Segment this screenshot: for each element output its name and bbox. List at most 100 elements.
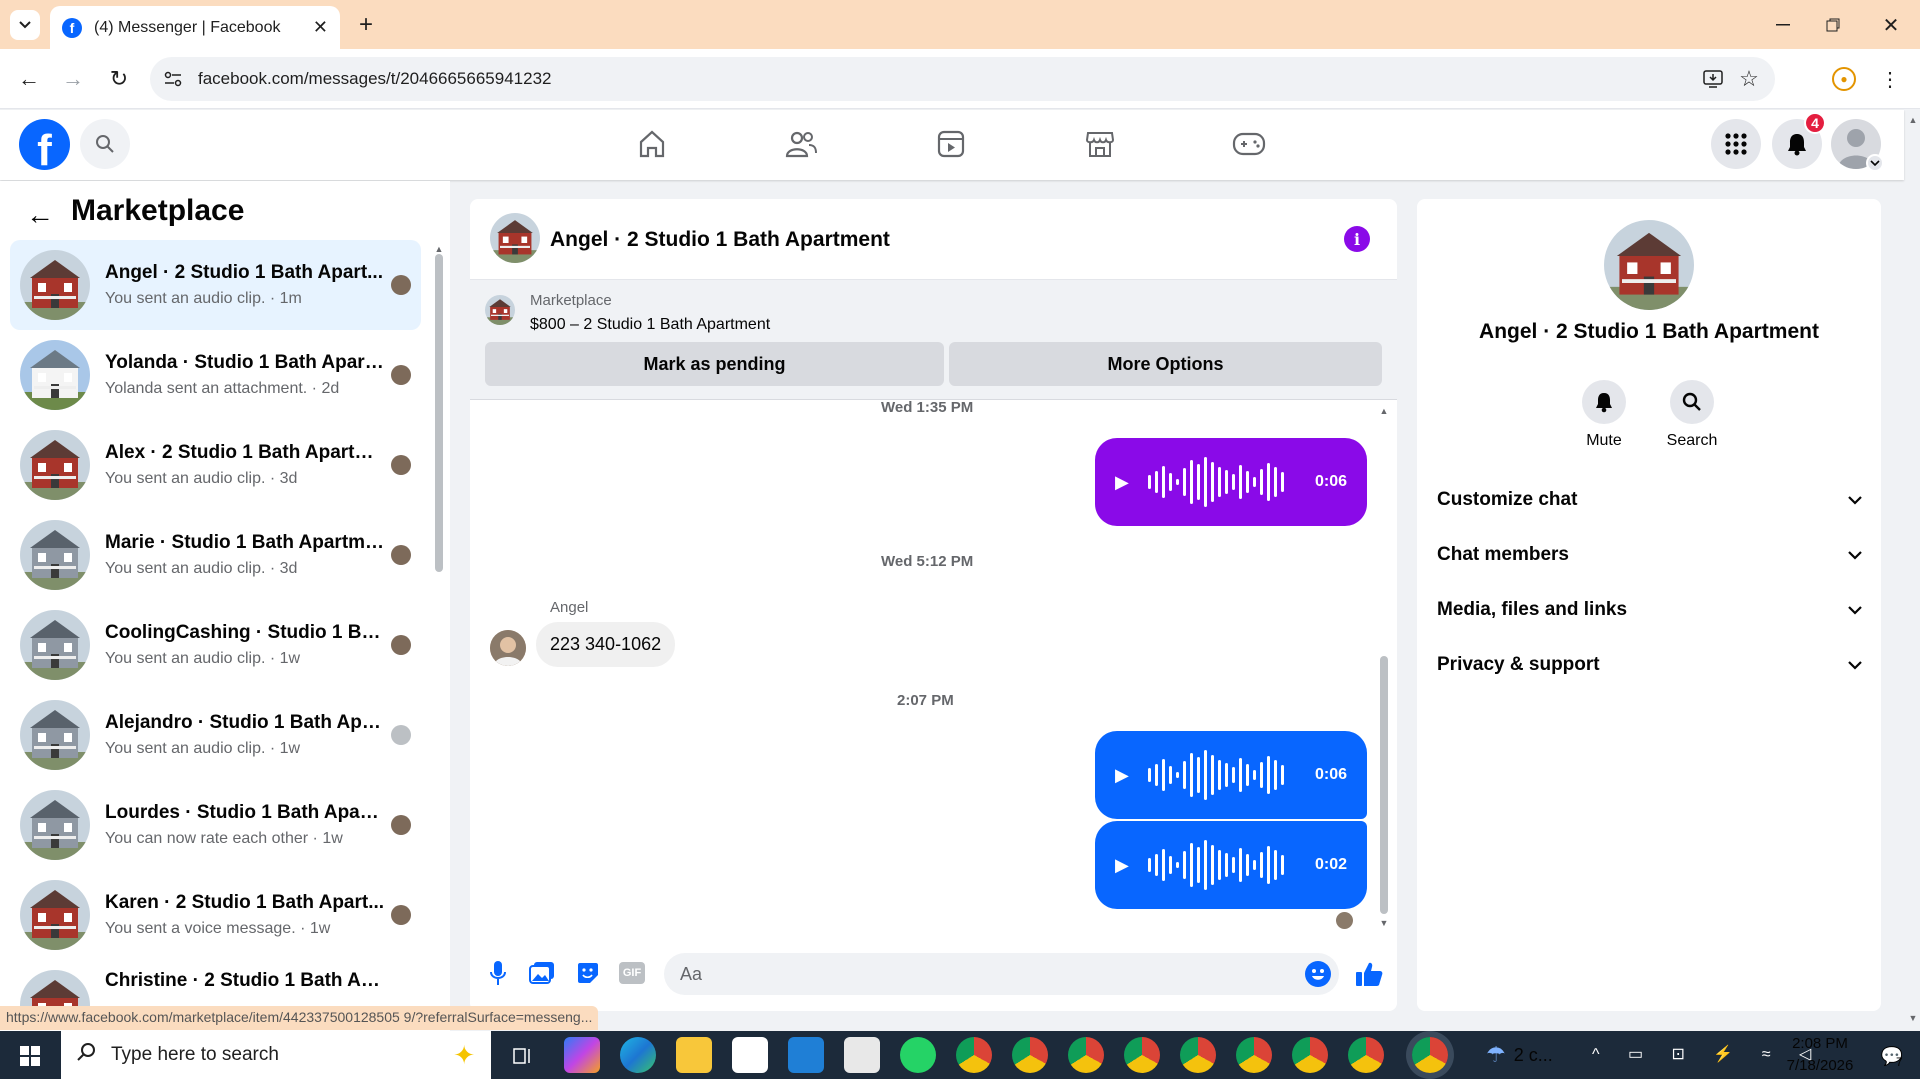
browser-menu-icon[interactable]: ⋮ xyxy=(1880,64,1900,94)
home-icon[interactable] xyxy=(627,124,677,164)
new-tab-icon[interactable]: + xyxy=(352,11,380,38)
photo-icon[interactable] xyxy=(528,959,556,987)
chat-scrollbar[interactable] xyxy=(1380,656,1388,914)
conversation-item[interactable]: Karen · 2 Studio 1 Bath Apart... You sent… xyxy=(10,870,421,960)
conversation-item[interactable]: Alejandro · Studio 1 Bath Apar... You sen… xyxy=(10,690,421,780)
chrome-icon[interactable] xyxy=(956,1037,992,1073)
tab-search-button[interactable] xyxy=(10,10,40,40)
account-chevron-icon[interactable] xyxy=(1866,154,1884,172)
task-view-icon[interactable] xyxy=(508,1041,538,1071)
conversation-item[interactable]: Yolanda · Studio 1 Bath Apartment Yolanda… xyxy=(10,330,421,420)
received-message-bubble[interactable]: 223 340-1062 xyxy=(536,622,676,667)
chrome-icon[interactable] xyxy=(1012,1037,1048,1073)
conversation-item[interactable]: CoolingCashing · Studio 1 Bat... You sent… xyxy=(10,600,421,690)
address-bar[interactable]: facebook.com/messages/t/2046665665941232… xyxy=(150,57,1775,101)
microphone-icon[interactable] xyxy=(484,959,512,987)
sender-avatar[interactable] xyxy=(490,630,526,666)
taskbar-search-box[interactable]: Type here to search ✦ xyxy=(61,1031,491,1079)
weather-text: 2 c... xyxy=(1513,1044,1553,1065)
message-input[interactable]: Aa xyxy=(664,953,1339,995)
search-in-chat-button[interactable] xyxy=(1670,380,1714,424)
install-app-icon[interactable] xyxy=(1701,67,1725,91)
conversation-avatar xyxy=(20,610,90,680)
gif-icon[interactable]: GIF xyxy=(619,962,645,984)
restore-window-icon[interactable] xyxy=(1818,10,1848,40)
sticker-icon[interactable] xyxy=(574,959,602,987)
notification-center-icon[interactable]: 💬 xyxy=(1876,1040,1908,1072)
mark-as-pending-button[interactable]: Mark as pending xyxy=(485,342,944,386)
listing-text[interactable]: $800 – 2 Studio 1 Bath Apartment xyxy=(530,316,770,334)
copilot-icon[interactable] xyxy=(564,1037,600,1073)
chat-title[interactable]: Angel · 2 Studio 1 Bath Apartment xyxy=(550,228,890,252)
chrome-icon[interactable] xyxy=(1180,1037,1216,1073)
chevron-down-icon xyxy=(1848,654,1862,676)
windows-start-icon[interactable] xyxy=(12,1040,48,1072)
more-options-button[interactable]: More Options xyxy=(949,342,1382,386)
emoji-icon[interactable] xyxy=(1305,961,1331,987)
timestamp: Wed 5:12 PM xyxy=(881,553,974,570)
edge-icon[interactable] xyxy=(620,1037,656,1073)
file-explorer-icon[interactable] xyxy=(676,1037,712,1073)
media-files-links-section[interactable]: Media, files and links xyxy=(1437,599,1862,621)
forward-icon[interactable]: → xyxy=(58,66,88,92)
audio-message[interactable]: ▶ 0:02 xyxy=(1095,821,1367,909)
scroll-up-arrow-icon[interactable]: ▲ xyxy=(432,244,446,254)
conversation-info-icon[interactable]: i xyxy=(1344,226,1370,252)
play-icon[interactable]: ▶ xyxy=(1115,472,1129,493)
clock-date[interactable]: 7/18/2026 xyxy=(1770,1057,1870,1074)
audio-message[interactable]: ▶ 0:06 xyxy=(1095,731,1367,819)
clock-time[interactable]: 2:08 PM xyxy=(1770,1035,1870,1052)
friends-icon[interactable] xyxy=(776,124,826,164)
profile-icon[interactable]: ● xyxy=(1832,67,1856,91)
play-icon[interactable]: ▶ xyxy=(1115,855,1129,876)
scroll-up-arrow-icon[interactable]: ▲ xyxy=(1377,406,1391,416)
chrome-icon[interactable] xyxy=(1236,1037,1272,1073)
conversation-item[interactable]: Lourdes · Studio 1 Bath Apartment You can… xyxy=(10,780,421,870)
video-icon[interactable] xyxy=(926,124,976,164)
browser-tab[interactable]: f (4) Messenger | Facebook ✕ xyxy=(50,6,340,49)
conversation-item[interactable]: Angel · 2 Studio 1 Bath Apart... You sent… xyxy=(10,240,421,330)
menu-grid-icon[interactable] xyxy=(1711,119,1761,169)
page-scroll-down-icon[interactable]: ▼ xyxy=(1906,1012,1920,1024)
close-tab-icon[interactable]: ✕ xyxy=(313,17,328,38)
weather-widget[interactable]: ☂ 2 c... xyxy=(1486,1042,1553,1068)
left-scrollbar[interactable] xyxy=(435,254,443,572)
chrome-icon[interactable] xyxy=(1292,1037,1328,1073)
close-window-icon[interactable]: ✕ xyxy=(1876,10,1906,40)
listing-thumbnail[interactable] xyxy=(485,295,515,325)
back-icon[interactable]: ← xyxy=(14,66,44,92)
chrome-icon[interactable] xyxy=(1348,1037,1384,1073)
facebook-logo-icon[interactable]: f xyxy=(19,119,70,170)
chrome-icon[interactable] xyxy=(1124,1037,1160,1073)
customize-chat-section[interactable]: Customize chat xyxy=(1437,489,1862,511)
audio-message[interactable]: ▶ 0:06 xyxy=(1095,438,1367,526)
play-icon[interactable]: ▶ xyxy=(1115,765,1129,786)
page-scroll-up-icon[interactable]: ▲ xyxy=(1906,114,1920,126)
mail-icon[interactable] xyxy=(788,1037,824,1073)
scroll-down-arrow-icon[interactable]: ▼ xyxy=(1377,918,1391,928)
marketplace-icon[interactable] xyxy=(1075,124,1125,164)
link-status-bar: https://www.facebook.com/marketplace/ite… xyxy=(0,1006,599,1030)
whatsapp-icon[interactable] xyxy=(900,1037,936,1073)
mute-button[interactable] xyxy=(1582,380,1626,424)
chat-header-avatar[interactable] xyxy=(490,213,540,263)
chrome-icon[interactable] xyxy=(1068,1037,1104,1073)
search-icon[interactable] xyxy=(80,119,130,169)
paint-icon[interactable] xyxy=(844,1037,880,1073)
conversation-item[interactable]: Alex · 2 Studio 1 Bath Apartm... You sent… xyxy=(10,420,421,510)
conversation-item[interactable]: Marie · Studio 1 Bath Apartment You sent … xyxy=(10,510,421,600)
conversation-preview: You sent an audio clip. · 1w xyxy=(105,740,301,757)
privacy-support-section[interactable]: Privacy & support xyxy=(1437,654,1862,676)
microsoft-store-icon[interactable] xyxy=(732,1037,768,1073)
reload-icon[interactable]: ↻ xyxy=(104,66,134,92)
gaming-icon[interactable] xyxy=(1224,124,1274,164)
chat-members-section[interactable]: Chat members xyxy=(1437,544,1862,566)
conversation-item[interactable]: Christine · 2 Studio 1 Bath Apa... xyxy=(10,960,421,1010)
back-arrow-icon[interactable]: ← xyxy=(22,197,58,233)
bookmark-star-icon[interactable]: ☆ xyxy=(1737,66,1761,91)
info-avatar[interactable] xyxy=(1604,220,1694,310)
chrome-active-icon[interactable] xyxy=(1412,1037,1448,1073)
like-thumbs-up-icon[interactable] xyxy=(1353,958,1385,990)
minimize-window-icon[interactable] xyxy=(1768,10,1798,40)
site-info-icon[interactable] xyxy=(162,69,184,89)
